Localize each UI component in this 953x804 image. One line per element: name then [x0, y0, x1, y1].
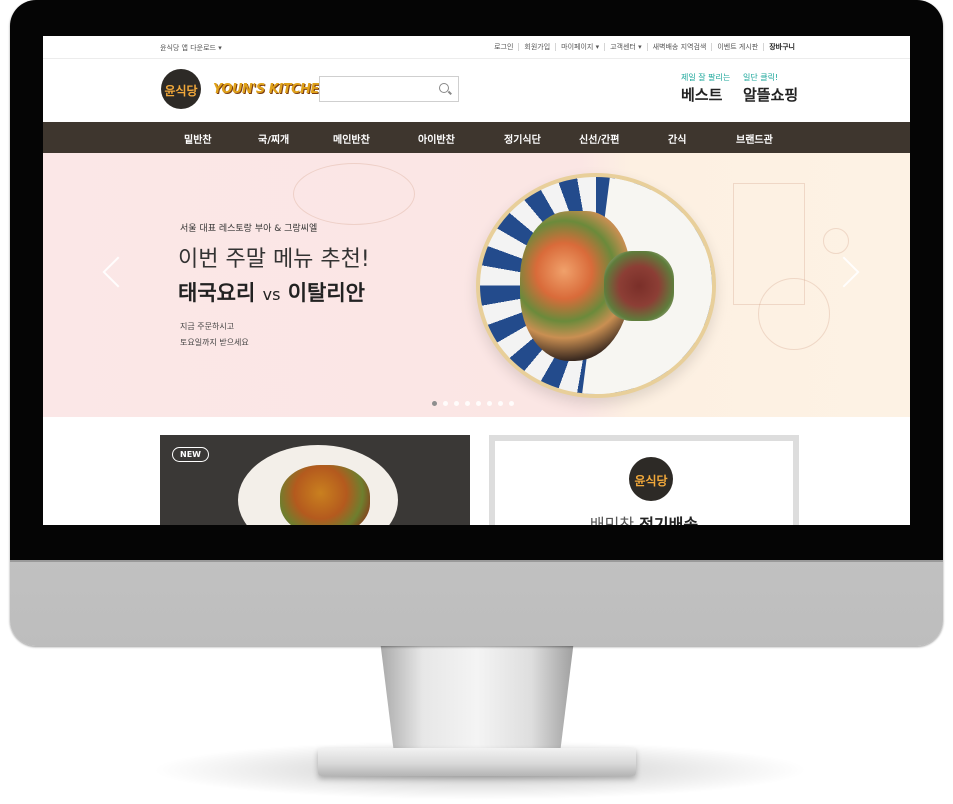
event-board-link[interactable]: 이벤트 게시판: [711, 43, 763, 51]
subscription-caption-service: 정기배송: [639, 515, 699, 525]
signup-link[interactable]: 회원가입: [518, 43, 555, 51]
monitor: 윤식당 앱 다운로드 ▾ 로그인 회원가입 마이페이지 ▾ 고객센터 ▾ 새벽배…: [10, 0, 943, 646]
search-icon[interactable]: [439, 83, 449, 93]
hero-title-vs: vs: [262, 285, 281, 304]
new-product-card[interactable]: NEW: [160, 435, 470, 525]
hero-headline: 이번 주말 메뉴 추천!: [178, 247, 370, 272]
site-header: 윤식당 YOUN'S KITCHEN 제일 잘 팔리는 베스트 일단 클릭! 알…: [43, 58, 910, 122]
decorative-sketch: [823, 228, 849, 254]
decorative-sketch: [293, 163, 415, 225]
subscription-logo: 윤식당: [629, 457, 673, 501]
cart-link[interactable]: 장바구니: [763, 43, 800, 51]
hero-description: 지금 주문하시고 토요일까지 받으세요: [180, 319, 249, 351]
nav-item-fresh-easy[interactable]: 신선/간편: [579, 131, 619, 146]
subscription-caption: 배민찬 정기배송: [495, 511, 793, 525]
slide-dot[interactable]: [465, 401, 470, 406]
previous-slide-arrow-icon[interactable]: [102, 256, 134, 288]
customer-center-link[interactable]: 고객센터 ▾: [604, 43, 647, 51]
search-box[interactable]: [319, 76, 459, 102]
website-screen: 윤식당 앱 다운로드 ▾ 로그인 회원가입 마이페이지 ▾ 고객센터 ▾ 새벽배…: [43, 36, 910, 525]
product-dish-image: [280, 465, 370, 525]
subscription-card[interactable]: 윤식당 배민찬 정기배송: [489, 435, 799, 525]
hero-food-plate-image: [476, 173, 716, 398]
slide-dot[interactable]: [454, 401, 459, 406]
nav-item-meal-plan[interactable]: 정기식단: [504, 131, 541, 146]
nav-item-snacks[interactable]: 간식: [668, 131, 686, 146]
best-label: 베스트: [681, 86, 723, 104]
monitor-stand-base: [318, 748, 636, 776]
monitor-chin-line: [10, 560, 943, 562]
login-link[interactable]: 로그인: [489, 43, 518, 51]
hero-banner[interactable]: 서울 대표 레스토랑 부아 & 그랑씨엘 이번 주말 메뉴 추천! 태국요리 v…: [43, 153, 910, 417]
slide-dot[interactable]: [476, 401, 481, 406]
subscription-caption-brand: 배민찬: [589, 515, 635, 525]
slide-indicator: [432, 401, 514, 406]
sale-tagline: 일단 클릭!: [743, 73, 779, 82]
subscription-card-inner: 윤식당 배민찬 정기배송: [495, 441, 793, 525]
main-nav: 밑반찬 국/찌개 메인반찬 아이반찬 정기식단 신선/간편 간식 브랜드관: [43, 122, 910, 153]
sale-label: 알뜰쇼핑: [743, 86, 799, 104]
hero-subtitle: 서울 대표 레스토랑 부아 & 그랑씨엘: [180, 224, 318, 234]
hero-title-italian: 이탈리안: [287, 281, 365, 305]
hero-title-thai: 태국요리: [178, 281, 256, 305]
slide-dot[interactable]: [509, 401, 514, 406]
nav-item-side-dishes[interactable]: 밑반찬: [184, 131, 212, 146]
slide-dot[interactable]: [498, 401, 503, 406]
featured-section: NEW 윤식당 배민찬 정기배송: [43, 417, 910, 525]
nav-item-kids-dishes[interactable]: 아이반찬: [418, 131, 455, 146]
hero-description-line-2: 토요일까지 받으세요: [180, 338, 249, 347]
best-link[interactable]: 제일 잘 팔리는 베스트: [681, 72, 730, 105]
slide-dot[interactable]: [443, 401, 448, 406]
dawn-delivery-search-link[interactable]: 새벽배송 지역검색: [646, 43, 712, 51]
utility-bar: 윤식당 앱 다운로드 ▾ 로그인 회원가입 마이페이지 ▾ 고객센터 ▾ 새벽배…: [43, 36, 910, 59]
best-tagline: 제일 잘 팔리는: [681, 73, 731, 82]
sale-link[interactable]: 일단 클릭! 알뜰쇼핑: [743, 72, 798, 105]
utility-links: 로그인 회원가입 마이페이지 ▾ 고객센터 ▾ 새벽배송 지역검색 이벤트 게시…: [489, 43, 800, 51]
hero-title: 태국요리 vs 이탈리안: [178, 277, 365, 307]
nav-item-brands[interactable]: 브랜드관: [736, 131, 773, 146]
mypage-link[interactable]: 마이페이지 ▾: [555, 43, 604, 51]
new-badge: NEW: [172, 447, 209, 462]
italian-food-image: [604, 251, 674, 321]
logo-text: 윤식당: [164, 84, 198, 98]
brand-wordmark[interactable]: YOUN'S KITCHEN: [213, 82, 330, 97]
slide-dot[interactable]: [432, 401, 437, 406]
monitor-stand-neck: [380, 640, 574, 750]
decorative-sketch: [758, 278, 830, 350]
nav-item-main-dishes[interactable]: 메인반찬: [333, 131, 370, 146]
hero-description-line-1: 지금 주문하시고: [180, 322, 235, 331]
next-slide-arrow-icon[interactable]: [828, 256, 860, 288]
subscription-logo-text: 윤식당: [634, 474, 668, 488]
slide-dot[interactable]: [487, 401, 492, 406]
site-logo[interactable]: 윤식당: [161, 69, 201, 109]
app-download-link[interactable]: 윤식당 앱 다운로드 ▾: [160, 43, 222, 53]
nav-item-soup-stew[interactable]: 국/찌개: [258, 131, 289, 146]
